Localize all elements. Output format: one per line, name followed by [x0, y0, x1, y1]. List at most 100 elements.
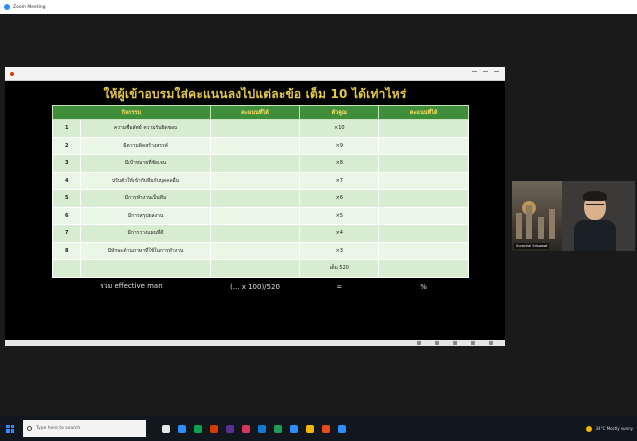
result-cell[interactable] [378, 171, 469, 190]
table-row: 4 ปรับตัวให้เข้ากับทีมกับบุคคลอื่น ×7 [51, 171, 469, 190]
taskbar-app-icon[interactable] [210, 424, 218, 433]
participant-video[interactable]: Surachai Srisawat [512, 181, 635, 251]
building [538, 217, 544, 239]
taskbar-app-icon[interactable] [242, 424, 250, 433]
total-blank [378, 259, 469, 278]
row-number: 1 [51, 119, 82, 138]
score-input-cell[interactable] [209, 206, 301, 225]
close-icon[interactable] [494, 71, 499, 72]
summary-percent: % [378, 276, 469, 297]
participant-body [574, 220, 616, 251]
row-activity: มีทักษะด้านภาษาที่ใช้ในการทำงาน [80, 241, 211, 260]
header-multiplier: ตัวคูณ [299, 105, 380, 120]
row-multiplier: ×3 [299, 241, 380, 260]
row-number: 5 [51, 189, 82, 208]
search-icon [27, 426, 32, 431]
table-row: 6 มีการสรุปผลงาน ×5 [51, 206, 469, 225]
windows-logo-icon [6, 424, 14, 433]
participant-figure [574, 191, 616, 251]
table-row: 7 มีการวางแผนที่ดี ×4 [51, 224, 469, 243]
total-label: เต็ม 520 [299, 259, 380, 278]
zoom-logo-icon [4, 4, 10, 10]
toolbar-icon[interactable] [417, 341, 421, 345]
row-activity: มีเป้าหมายที่ชัดเจน [80, 154, 211, 173]
score-input-cell[interactable] [209, 241, 301, 260]
score-input-cell[interactable] [209, 154, 301, 173]
table-row: 1 ความซื่อสัตย์ ความรับผิดชอบ ×10 [51, 119, 469, 138]
result-cell[interactable] [378, 189, 469, 208]
record-indicator-icon [10, 71, 14, 76]
minimize-icon[interactable] [472, 71, 477, 72]
taskbar-search[interactable]: Type here to search [23, 420, 146, 437]
header-result: คะแนนที่ได้ [378, 105, 469, 120]
toolbar-icon[interactable] [471, 341, 475, 345]
table-header-row: กิจกรรม คะแนนที่ได้ ตัวคูณ คะแนนที่ได้ [52, 105, 469, 120]
row-multiplier: ×10 [299, 119, 380, 138]
building [526, 205, 532, 239]
row-number: 3 [51, 154, 82, 173]
row-activity: มีการสรุปผลงาน [80, 206, 211, 225]
window-title: Zoom Meeting [13, 4, 46, 10]
summary-row: รวม effective man (... x 100)/520 = % [52, 276, 469, 297]
taskbar-app-icon[interactable] [322, 424, 330, 433]
toolbar-icon[interactable] [453, 341, 457, 345]
search-placeholder: Type here to search [36, 426, 81, 431]
taskbar-app-icon[interactable] [258, 424, 266, 433]
taskbar-app-icon[interactable] [178, 424, 186, 433]
weather-widget[interactable]: 34°C Mostly sunny [586, 425, 633, 432]
taskbar-apps [162, 424, 346, 433]
slide-title: ให้ผู้เข้าอบรมใส่คะแนนลงไปแต่ละข้อ เต็ม … [103, 87, 407, 101]
score-input-cell[interactable] [209, 171, 301, 190]
result-cell[interactable] [378, 119, 469, 138]
row-number: 7 [51, 224, 82, 243]
total-row: เต็ม 520 [51, 259, 469, 278]
row-activity: มีการวางแผนที่ดี [80, 224, 211, 243]
background-window [512, 181, 562, 251]
taskbar-app-icon[interactable] [306, 424, 314, 433]
maximize-icon[interactable] [483, 71, 488, 72]
total-blank [80, 259, 211, 278]
toolbar-icon[interactable] [435, 341, 439, 345]
row-activity: ปรับตัวให้เข้ากับทีมกับบุคคลอื่น [80, 171, 211, 190]
participant-name: Surachai Srisawat [514, 243, 550, 249]
table-row: 8 มีทักษะด้านภาษาที่ใช้ในการทำงาน ×3 [51, 241, 469, 260]
score-input-cell[interactable] [209, 189, 301, 208]
taskbar-app-icon[interactable] [274, 424, 282, 433]
row-activity: มีความคิดสร้างสรรค์ [80, 136, 211, 155]
window-titlebar: Zoom Meeting [0, 0, 637, 14]
score-input-cell[interactable] [209, 119, 301, 138]
result-cell[interactable] [378, 224, 469, 243]
building [516, 213, 522, 239]
taskbar-app-icon[interactable] [194, 424, 202, 433]
system-tray: 34°C Mostly sunny [586, 416, 633, 441]
row-multiplier: ×4 [299, 224, 380, 243]
row-number: 2 [51, 136, 82, 155]
taskbar-app-icon[interactable] [226, 424, 234, 433]
row-multiplier: ×5 [299, 206, 380, 225]
window-controls [472, 71, 499, 72]
taskbar-app-icon[interactable] [290, 424, 298, 433]
taskbar-app-icon[interactable] [338, 424, 346, 433]
glasses-icon [586, 204, 604, 208]
row-activity: ความซื่อสัตย์ ความรับผิดชอบ [80, 119, 211, 138]
weather-text: 34°C Mostly sunny [595, 426, 633, 431]
result-cell[interactable] [378, 206, 469, 225]
score-input-cell[interactable] [209, 136, 301, 155]
result-cell[interactable] [378, 241, 469, 260]
start-button[interactable] [0, 416, 20, 441]
result-cell[interactable] [378, 154, 469, 173]
row-number: 8 [51, 241, 82, 260]
row-multiplier: ×7 [299, 171, 380, 190]
result-cell[interactable] [378, 136, 469, 155]
toolbar-icon[interactable] [489, 341, 493, 345]
sun-icon [586, 425, 593, 432]
row-multiplier: ×8 [299, 154, 380, 173]
total-blank [209, 259, 301, 278]
summary-label: รวม effective man [52, 276, 211, 297]
score-input-cell[interactable] [209, 224, 301, 243]
header-activity: กิจกรรม [52, 105, 211, 120]
table-row: 3 มีเป้าหมายที่ชัดเจน ×8 [51, 154, 469, 173]
table-row: 2 มีความคิดสร้างสรรค์ ×9 [51, 136, 469, 155]
taskbar-app-icon[interactable] [162, 424, 170, 433]
header-score: คะแนนที่ได้ [209, 105, 301, 120]
